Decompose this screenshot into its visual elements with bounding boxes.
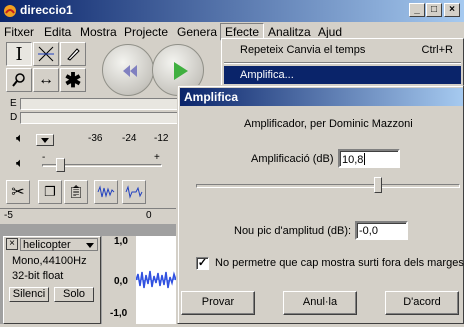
scale-bottom: -1,0: [110, 308, 128, 319]
mute-button[interactable]: Silenci: [9, 287, 49, 302]
track-control-panel: × helicopter Mono,44100Hz 32-bit float S…: [3, 236, 101, 324]
ruler-label-mid: 0: [146, 210, 152, 221]
audacity-logo-icon: [4, 5, 16, 17]
edit-toolbar: ✂︎ ❐ 📋︎: [2, 180, 178, 206]
silence-waveform-icon: [125, 185, 143, 199]
slider-plus: +: [154, 152, 160, 163]
track-format: Mono,44100Hz: [12, 255, 87, 267]
volume-speaker-icon: 🔈︎: [16, 155, 24, 170]
track-area: × helicopter Mono,44100Hz 32-bit float S…: [0, 224, 177, 324]
amplification-value: 10,8: [342, 154, 364, 166]
efecte-dropdown-menu: Repeteix Canvia el temps Ctrl+R Amplific…: [221, 38, 464, 86]
menu-item-amplify[interactable]: Amplifica...: [224, 66, 461, 84]
volume-slider-row: 🔈︎ - +: [2, 152, 178, 176]
peak-amplitude-label: Nou pic d'amplitud (dB):: [234, 225, 352, 237]
track-vertical-ruler: 1,0 0,0 -1,0: [102, 236, 136, 324]
meter-left-bar: [20, 98, 178, 110]
amplification-slider-track[interactable]: [196, 184, 460, 188]
menu-analitza[interactable]: Analitza: [268, 25, 311, 39]
meter-tick-24: -24: [122, 133, 137, 144]
ok-button[interactable]: D'acord: [385, 291, 459, 315]
scale-mid: 0,0: [114, 276, 128, 287]
meter-menu-button[interactable]: [36, 134, 54, 146]
meter-left-label: E: [10, 98, 17, 109]
magnifier-icon: [12, 73, 25, 87]
asterisk-icon: ✱: [64, 69, 82, 92]
meter-toolbar: E D 🔈︎ -36 -24 -12: [2, 96, 178, 148]
peak-amplitude-input[interactable]: -0,0: [355, 221, 408, 240]
track-name-dropdown[interactable]: helicopter: [20, 238, 98, 251]
track-close-icon[interactable]: ×: [6, 238, 18, 250]
cancel-button[interactable]: Anul·la: [283, 291, 357, 315]
volume-slider-thumb[interactable]: [56, 158, 65, 172]
meter-right-bar: [20, 112, 178, 124]
preview-button[interactable]: Provar: [181, 291, 255, 315]
time-shift-tool[interactable]: ↔: [33, 68, 59, 92]
draw-tool[interactable]: [60, 42, 86, 66]
meter-tick-36: -36: [88, 133, 103, 144]
slider-minus: -: [42, 152, 46, 163]
ruler-label-start: -5: [4, 210, 13, 221]
amplify-dialog: Amplifica Amplificador, per Dominic Mazz…: [177, 85, 464, 324]
scale-top: 1,0: [114, 236, 128, 247]
menu-ajuda[interactable]: Ajud: [318, 25, 342, 39]
repeat-effect-label: Repeteix Canvia el temps: [240, 44, 366, 56]
waveform-display[interactable]: [135, 236, 177, 324]
minimize-button[interactable]: _: [409, 3, 425, 17]
trim-button[interactable]: [94, 180, 118, 204]
menu-genera[interactable]: Genera: [177, 25, 217, 39]
waveform-graph: [135, 270, 177, 289]
meter-right-label: D: [10, 112, 18, 123]
menu-fitxer[interactable]: Fitxer: [4, 25, 34, 39]
title-bar: direccio1 _ □ ×: [0, 0, 464, 22]
multi-tool[interactable]: ✱: [60, 68, 86, 92]
solo-button[interactable]: Solo: [54, 287, 94, 302]
menu-mostra[interactable]: Mostra: [80, 25, 117, 39]
envelope-icon: [38, 46, 54, 62]
window-title: direccio1: [20, 3, 73, 17]
timeline-ruler[interactable]: -5 0: [0, 208, 176, 224]
skip-start-button[interactable]: [102, 44, 154, 96]
meter-tick-12: -12: [154, 133, 169, 144]
track-bitdepth: 32-bit float: [12, 270, 64, 282]
menu-separator: [224, 62, 461, 64]
trim-waveform-icon: [97, 185, 115, 198]
speaker-icon: 🔈︎: [16, 130, 24, 145]
cut-button[interactable]: ✂︎: [6, 180, 30, 204]
close-button[interactable]: ×: [444, 3, 460, 17]
menu-item-repeat-effect[interactable]: Repeteix Canvia el temps Ctrl+R: [224, 41, 461, 59]
amplification-slider-thumb[interactable]: [374, 177, 383, 193]
maximize-button[interactable]: □: [426, 3, 442, 17]
tools-toolbar: I ↔ ✱: [2, 42, 92, 96]
repeat-effect-shortcut: Ctrl+R: [421, 44, 453, 56]
copy-icon: ❐: [44, 184, 56, 199]
dialog-title: Amplifica: [180, 88, 463, 106]
checkmark-icon: ✓: [197, 257, 208, 269]
amplify-label: Amplifica...: [240, 69, 294, 81]
chevron-down-icon: [41, 138, 49, 143]
track-name: helicopter: [23, 239, 71, 251]
skip-start-icon: [123, 65, 137, 77]
ibeam-icon: I: [15, 43, 23, 65]
envelope-tool[interactable]: [33, 42, 59, 66]
pencil-icon: [67, 48, 80, 61]
paste-icon: 📋︎: [67, 184, 85, 199]
amplification-input[interactable]: 10,8: [338, 149, 400, 168]
selection-tool[interactable]: I: [6, 42, 32, 66]
menu-edita[interactable]: Edita: [44, 25, 71, 39]
double-arrow-icon: ↔: [38, 71, 54, 88]
no-clipping-label: No permetre que cap mostra surti fora de…: [215, 257, 464, 269]
paste-button[interactable]: 📋︎: [64, 180, 88, 204]
menu-projecte[interactable]: Projecte: [124, 25, 168, 39]
dialog-heading: Amplificador, per Dominic Mazzoni: [244, 118, 413, 130]
copy-button[interactable]: ❐: [38, 180, 62, 204]
track-menu-chevron-icon: [86, 243, 94, 248]
silence-button[interactable]: [122, 180, 146, 204]
zoom-tool[interactable]: [6, 68, 32, 92]
amplification-label: Amplificació (dB): [251, 153, 334, 165]
no-clipping-checkbox[interactable]: ✓: [196, 257, 209, 270]
scissors-icon: ✂︎: [11, 184, 25, 201]
text-caret: [364, 153, 366, 165]
